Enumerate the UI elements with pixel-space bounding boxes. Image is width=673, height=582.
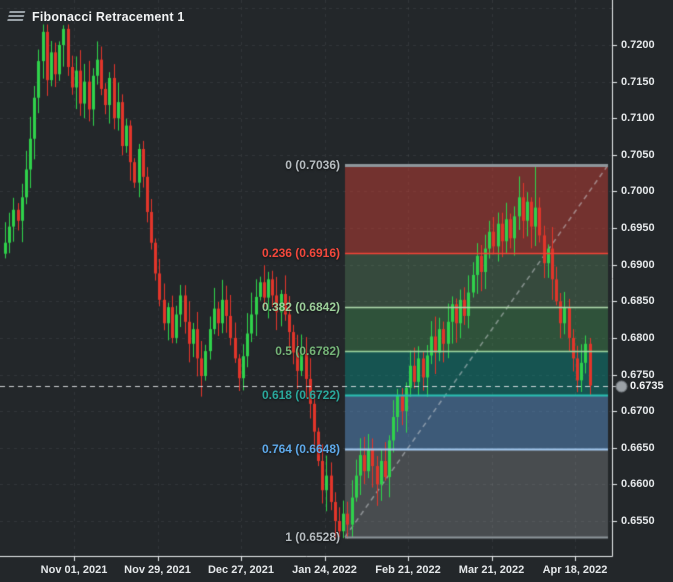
fib-level-label[interactable]: 0.236 (0.6916) [262,246,340,260]
price-tick-label: 0.6900 [621,258,655,271]
object-title: Fibonacci Retracement 1 [32,10,185,24]
time-tick-label: Nov 01, 2021 [40,564,108,576]
price-tick-label: 0.7000 [621,185,655,198]
price-tick-label: 0.6650 [621,441,655,454]
price-tick-label: 0.7200 [621,39,655,51]
chart-object-header: Fibonacci Retracement 1 [7,8,185,26]
object-list-icon[interactable] [7,11,26,23]
price-tick-label: 0.6800 [621,331,655,344]
time-tick-label: Dec 27, 2021 [207,564,275,576]
time-tick-label: Nov 29, 2021 [124,564,191,576]
candlestick-chart-canvas[interactable] [0,0,673,582]
price-tick-label: 0.6950 [621,222,655,235]
time-axis[interactable]: Nov 01, 2021 Nov 29, 2021 Dec 27, 2021 Jan … [0,556,673,582]
price-tick-label: 0.7100 [621,112,655,125]
fib-level-label[interactable]: 0.5 (0.6782) [275,344,340,358]
time-tick-label: Jan 24, 2022 [292,564,357,576]
fib-level-label[interactable]: 0.382 (0.6842) [262,300,340,314]
price-tick-label: 0.7150 [621,75,655,88]
price-axis[interactable]: 0.7200 0.7150 0.7100 0.7050 0.7000 0.6950 0.69… [612,0,673,556]
fib-level-label[interactable]: 0 (0.7036) [285,158,340,172]
price-tick-label: 0.6550 [621,514,655,527]
time-tick-label: Feb 21, 2022 [375,564,441,576]
price-tick-label: 0.6600 [621,478,655,491]
fib-level-label[interactable]: 0.764 (0.6648) [262,442,340,456]
time-tick-label: Apr 18, 2022 [542,564,608,576]
current-price-label: 0.6735 [630,379,664,392]
fib-level-label[interactable]: 1 (0.6528) [285,530,340,544]
price-tick-label: 0.6850 [621,295,655,308]
price-tick-label: 0.7050 [621,148,655,161]
price-tick-label: 0.6700 [621,405,655,418]
fib-level-label[interactable]: 0.618 (0.6722) [262,388,340,402]
trading-chart-window: Fibonacci Retracement 1 0 (0.7036) 0.236 … [0,0,673,582]
time-tick-label: Mar 21, 2022 [458,564,525,576]
